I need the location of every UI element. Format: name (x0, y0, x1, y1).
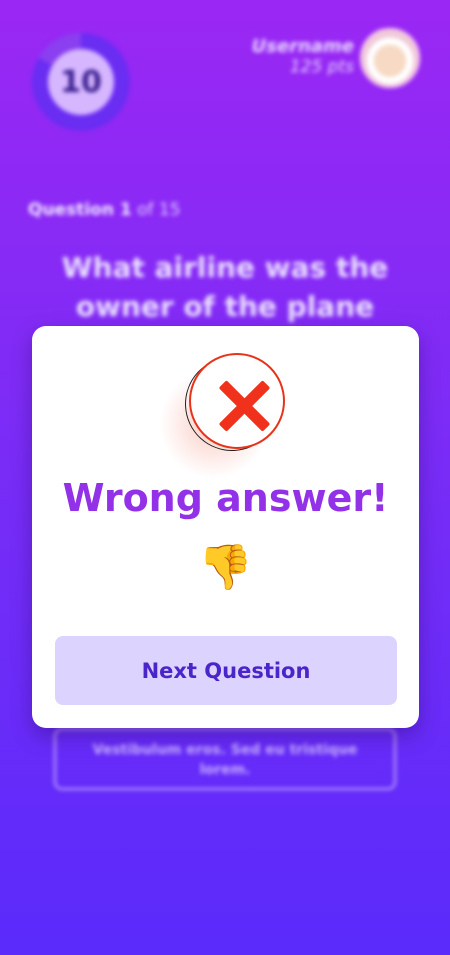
question-text: What airline was the owner of the plane (61, 251, 389, 323)
timer-value: 10 (48, 49, 114, 115)
result-modal: Wrong answer! 👎 Next Question (32, 326, 419, 728)
timer-ring: 10 (32, 33, 130, 131)
next-question-button[interactable]: Next Question (55, 636, 397, 705)
user-info: Username 125 pts (252, 36, 354, 77)
thumbs-down-icon: 👎 (198, 542, 253, 593)
username: Username (251, 36, 354, 57)
user-points: 125 pts (289, 57, 354, 77)
result-title: Wrong answer! (62, 476, 389, 520)
question-total: of 15 (137, 200, 181, 220)
icon-circle (189, 353, 285, 449)
cross-icon (217, 379, 271, 433)
avatar[interactable] (360, 28, 420, 88)
answer-option[interactable]: Vestibulum eros. Sed eu tristique lorem. (54, 728, 396, 790)
result-icon (159, 343, 293, 479)
question-number: Question 1 (28, 200, 132, 220)
question-counter: Question 1 of 15 (28, 200, 181, 220)
